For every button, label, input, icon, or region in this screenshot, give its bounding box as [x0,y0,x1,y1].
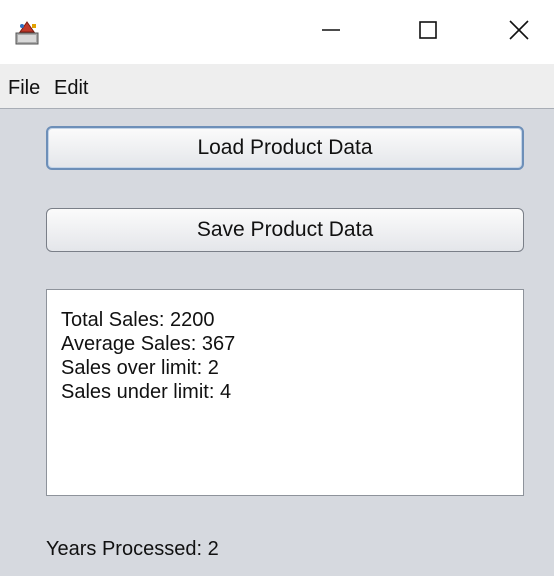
content-panel: Load Product Data Save Product Data Tota… [0,109,554,576]
maximize-icon [418,20,438,45]
results-line-sales-over-limit: Sales over limit: 2 [61,357,219,379]
close-icon [508,19,530,46]
results-text-area[interactable]: Total Sales: 2200 Average Sales: 367 Sal… [46,289,524,496]
title-bar[interactable] [0,0,554,64]
results-line-average-sales: Average Sales: 367 [61,333,236,355]
menu-bar: File Edit [0,64,554,109]
load-product-data-button[interactable]: Load Product Data [46,126,524,170]
save-product-data-button[interactable]: Save Product Data [46,208,524,252]
close-button[interactable] [484,0,554,64]
menu-file[interactable]: File [8,76,40,100]
results-line-total-sales: Total Sales: 2200 [61,309,215,331]
results-line-sales-under-limit: Sales under limit: 4 [61,381,232,403]
maximize-button[interactable] [393,0,463,64]
menu-edit[interactable]: Edit [54,76,88,100]
years-processed-label: Years Processed: 2 [46,538,219,560]
minimize-button[interactable] [296,0,366,64]
app-window: File Edit Load Product Data Save Product… [0,0,554,576]
java-app-icon [14,20,40,46]
minimize-icon [321,20,341,45]
